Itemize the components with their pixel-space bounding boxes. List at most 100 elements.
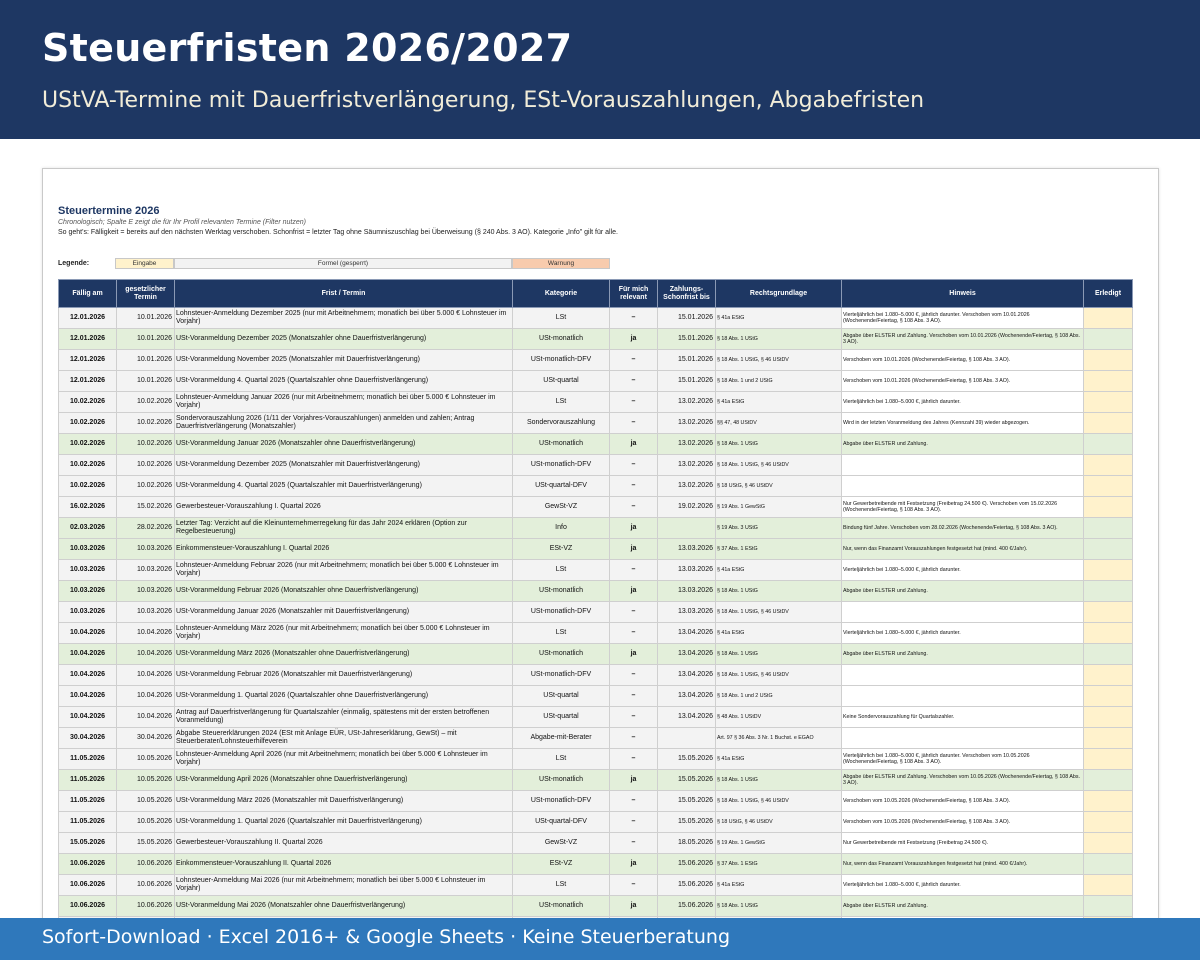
cell-erledigt-input[interactable] xyxy=(1083,475,1133,497)
cell-schon: 15.01.2026 xyxy=(657,307,716,329)
column-header-kategorie[interactable]: Kategorie xyxy=(512,279,610,308)
table-header-row: Fällig am gesetzlicher Termin Frist / Term… xyxy=(58,279,1133,308)
cell-rechts: § 41a EStG xyxy=(715,622,842,644)
cell-erledigt-input[interactable] xyxy=(1083,307,1133,329)
cell-erledigt-input[interactable] xyxy=(1083,706,1133,728)
cell-erledigt-input[interactable] xyxy=(1083,349,1133,371)
cell-erledigt-input[interactable] xyxy=(1083,790,1133,812)
cell-frist: Lohnsteuer-Anmeldung Januar 2026 (nur mi… xyxy=(174,391,513,413)
cell-erledigt-input[interactable] xyxy=(1083,601,1133,623)
column-header-frist-termin[interactable]: Frist / Termin xyxy=(174,279,513,308)
cell-erledigt-input[interactable] xyxy=(1083,685,1133,707)
cell-faellig: 12.01.2026 xyxy=(58,328,117,350)
cell-rechts: § 18 Abs. 1 UStG, § 46 UStDV xyxy=(715,664,842,686)
table-row: 15.05.2026 15.05.2026 Gewerbesteuer-Voraus… xyxy=(58,832,1133,854)
cell-faellig: 11.05.2026 xyxy=(58,790,117,812)
cell-erledigt-input[interactable] xyxy=(1083,328,1133,350)
column-header-relevant[interactable]: Für mich relevant xyxy=(609,279,658,308)
cell-erledigt-input[interactable] xyxy=(1083,559,1133,581)
cell-rechts: § 18 Abs. 1 UStG xyxy=(715,643,842,665)
cell-rechts: § 18 Abs. 1 UStG, § 46 UStDV xyxy=(715,601,842,623)
cell-schon: 13.03.2026 xyxy=(657,580,716,602)
cell-frist: USt-Voranmeldung März 2026 (Monatszahler… xyxy=(174,643,513,665)
cell-erledigt-input[interactable] xyxy=(1083,769,1133,791)
cell-faellig: 10.04.2026 xyxy=(58,643,117,665)
cell-faellig: 10.04.2026 xyxy=(58,685,117,707)
footer-text: Sofort-Download · Excel 2016+ & Google S… xyxy=(42,926,730,948)
cell-faellig: 10.02.2026 xyxy=(58,391,117,413)
cell-erledigt-input[interactable] xyxy=(1083,853,1133,875)
cell-erledigt-input[interactable] xyxy=(1083,517,1133,539)
cell-erledigt-input[interactable] xyxy=(1083,370,1133,392)
cell-kat: USt-monatlich xyxy=(512,433,610,455)
cell-schon: 13.04.2026 xyxy=(657,706,716,728)
cell-rel: ja xyxy=(609,328,658,350)
cell-erledigt-input[interactable] xyxy=(1083,391,1133,413)
cell-frist: Abgabe Steuererklärungen 2024 (ESt mit A… xyxy=(174,727,513,749)
cell-faellig: 10.02.2026 xyxy=(58,454,117,476)
cell-erledigt-input[interactable] xyxy=(1083,412,1133,434)
table-row: 10.04.2026 10.04.2026 Lohnsteuer-Anmeldung… xyxy=(58,622,1133,644)
cell-erledigt-input[interactable] xyxy=(1083,664,1133,686)
legend-eingabe: Eingabe xyxy=(115,258,174,269)
cell-rechts: § 18 UStG, § 46 UStDV xyxy=(715,475,842,497)
cell-kat: Abgabe-mit-Berater xyxy=(512,727,610,749)
cell-faellig: 02.03.2026 xyxy=(58,517,117,539)
cell-schon: 15.06.2026 xyxy=(657,874,716,896)
cell-erledigt-input[interactable] xyxy=(1083,727,1133,749)
cell-erledigt-input[interactable] xyxy=(1083,748,1133,770)
table-row: 11.05.2026 10.05.2026 USt-Voranmeldung Mär… xyxy=(58,790,1133,812)
cell-erledigt-input[interactable] xyxy=(1083,874,1133,896)
cell-erledigt-input[interactable] xyxy=(1083,622,1133,644)
cell-rel: ja xyxy=(609,538,658,560)
sheet-title: Steuertermine 2026 xyxy=(58,205,160,217)
cell-erledigt-input[interactable] xyxy=(1083,643,1133,665)
column-header-hinweis[interactable]: Hinweis xyxy=(841,279,1084,308)
cell-erledigt-input[interactable] xyxy=(1083,811,1133,833)
cell-hinweis: Abgabe über ELSTER und Zahlung. xyxy=(841,895,1084,917)
cell-kat: USt-monatlich xyxy=(512,895,610,917)
cell-faellig: 12.01.2026 xyxy=(58,370,117,392)
cell-faellig: 12.01.2026 xyxy=(58,349,117,371)
cell-kat: GewSt-VZ xyxy=(512,832,610,854)
column-header-faellig-am[interactable]: Fällig am xyxy=(58,279,117,308)
column-header-gesetzlicher-termin[interactable]: gesetzlicher Termin xyxy=(116,279,175,308)
cell-hinweis: Nur Gewerbetreibende mit Festsetzung (Fr… xyxy=(841,496,1084,518)
cell-rechts: § 19 Abs. 3 UStG xyxy=(715,517,842,539)
table-row: 11.05.2026 10.05.2026 USt-Voranmeldung Apr… xyxy=(58,769,1133,791)
cell-hinweis: Wird in der letzten Voranmeldung des Jah… xyxy=(841,412,1084,434)
cell-gesetz: 10.05.2026 xyxy=(116,811,175,833)
cell-rel: ja xyxy=(609,433,658,455)
table-row: 12.01.2026 10.01.2026 USt-Voranmeldung Dez… xyxy=(58,328,1133,350)
cell-faellig: 16.02.2026 xyxy=(58,496,117,518)
cell-frist: Letzter Tag: Verzicht auf die Kleinunter… xyxy=(174,517,513,539)
cell-frist: USt-Voranmeldung Februar 2026 (Monatszah… xyxy=(174,580,513,602)
cell-hinweis: Vierteljährlich bei 1.080–5.000 €, jährl… xyxy=(841,748,1084,770)
cell-rechts: § 18 Abs. 1 UStG, § 46 UStDV xyxy=(715,454,842,476)
cell-erledigt-input[interactable] xyxy=(1083,454,1133,476)
cell-erledigt-input[interactable] xyxy=(1083,433,1133,455)
banner-title: Steuerfristen 2026/2027 xyxy=(42,26,573,70)
cell-kat: USt-monatlich-DFV xyxy=(512,601,610,623)
cell-kat: USt-monatlich xyxy=(512,769,610,791)
column-header-erledigt[interactable]: Erledigt xyxy=(1083,279,1133,308)
cell-hinweis: Vierteljährlich bei 1.080–5.000 €, jährl… xyxy=(841,874,1084,896)
cell-frist: USt-Voranmeldung 1. Quartal 2026 (Quarta… xyxy=(174,685,513,707)
cell-frist: USt-Voranmeldung Januar 2026 (Monatszahl… xyxy=(174,433,513,455)
cell-erledigt-input[interactable] xyxy=(1083,538,1133,560)
cell-erledigt-input[interactable] xyxy=(1083,895,1133,917)
cell-erledigt-input[interactable] xyxy=(1083,496,1133,518)
column-header-rechtsgrundlage[interactable]: Rechtsgrundlage xyxy=(715,279,842,308)
cell-faellig: 12.01.2026 xyxy=(58,307,117,329)
table-row: 10.06.2026 10.06.2026 Einkommensteuer-Vora… xyxy=(58,853,1133,875)
cell-hinweis xyxy=(841,475,1084,497)
table-row: 10.02.2026 10.02.2026 USt-Voranmeldung Jan… xyxy=(58,433,1133,455)
cell-gesetz: 10.03.2026 xyxy=(116,580,175,602)
cell-kat: USt-monatlich xyxy=(512,580,610,602)
cell-erledigt-input[interactable] xyxy=(1083,580,1133,602)
cell-erledigt-input[interactable] xyxy=(1083,832,1133,854)
column-header-schonfrist[interactable]: Zahlungs-Schonfrist bis xyxy=(657,279,716,308)
cell-gesetz: 10.03.2026 xyxy=(116,601,175,623)
table-row: 30.04.2026 30.04.2026 Abgabe Steuererkläru… xyxy=(58,727,1133,749)
cell-kat: USt-monatlich-DFV xyxy=(512,349,610,371)
